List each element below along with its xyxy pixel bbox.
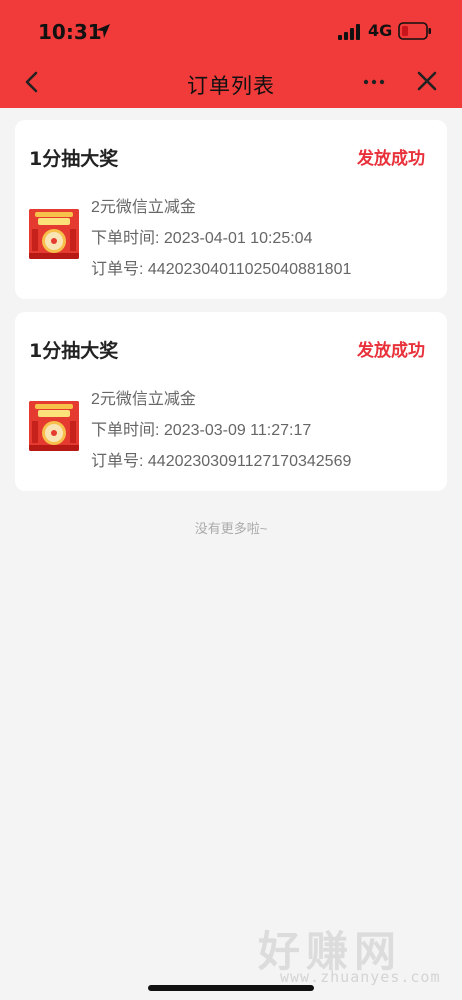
order-title: 1分抽大奖 [29, 148, 119, 170]
status-time: 10:31 [38, 20, 102, 44]
order-info: 2元微信立减金 下单时间: 2023-03-09 11:27:17 订单号: 4… [91, 384, 351, 477]
nav-bar: 订单列表 [0, 60, 462, 108]
product-thumbnail [29, 401, 79, 451]
order-card[interactable]: 1分抽大奖 发放成功 2元微信立减金 下单时间: 2023-03-09 11:2… [15, 312, 447, 491]
more-dots-icon [363, 79, 385, 85]
signal-bars-icon [338, 24, 360, 40]
page-title: 订单列表 [187, 75, 275, 98]
battery-low-icon [398, 22, 431, 40]
close-button[interactable] [414, 68, 440, 94]
order-card[interactable]: 1分抽大奖 发放成功 2元微信立减金 下单时间: 2023-04-01 10:2… [15, 120, 447, 299]
order-number: 订单号: 4420230401102504088180​1 [91, 261, 352, 278]
network-label: 4G [368, 21, 393, 40]
order-title: 1分抽大奖 [29, 340, 119, 362]
product-name: 2元微信立减金 [91, 391, 196, 408]
product-thumbnail [29, 209, 79, 259]
end-of-list-text: 没有更多啦~ [194, 521, 268, 536]
order-number: 订单号: 4420230309112717034256​9 [91, 453, 352, 470]
lottery-wheel-icon [29, 401, 79, 451]
header: 10:31 4G 订单列表 [0, 0, 462, 108]
status-bar: 10:31 4G [0, 0, 462, 60]
order-status: 发放成功 [357, 341, 425, 361]
order-info: 2元微信立减金 下单时间: 2023-04-01 10:25:04 订单号: 4… [91, 192, 351, 285]
lottery-wheel-icon [29, 209, 79, 259]
close-x-icon [417, 71, 437, 91]
location-arrow-icon [96, 24, 110, 38]
product-name: 2元微信立减金 [91, 199, 196, 216]
home-indicator[interactable] [148, 985, 314, 991]
more-button[interactable] [360, 68, 388, 96]
order-status: 发放成功 [357, 149, 425, 169]
watermark: 好赚网 www.zhuanyes.com [250, 918, 450, 990]
order-time: 下单时间: 2023-03-09 11:27:17 [91, 422, 312, 439]
watermark-url: www.zhuanyes.com [280, 968, 441, 986]
order-time: 下单时间: 2023-04-01 10:25:04 [91, 230, 313, 247]
